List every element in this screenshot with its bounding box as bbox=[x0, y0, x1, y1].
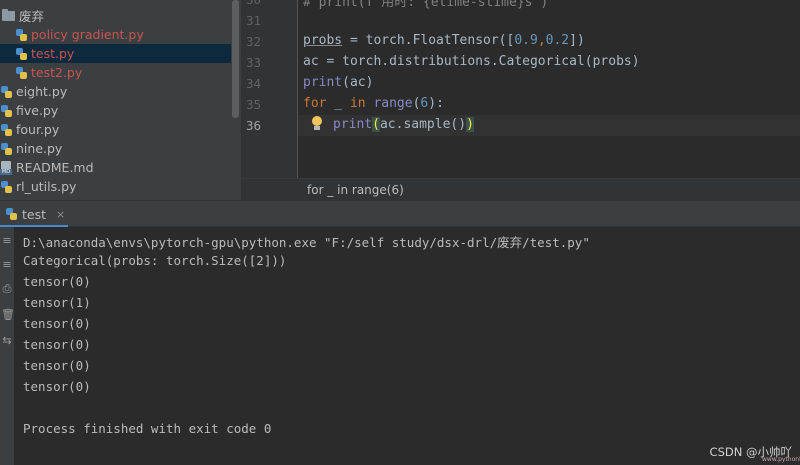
tree-item-label: test2.py bbox=[31, 65, 83, 80]
markdown-file-icon: MD bbox=[0, 160, 13, 175]
tree-item-label: README.md bbox=[16, 160, 94, 175]
console-line: tensor(0) bbox=[23, 379, 91, 394]
tree-item-eight[interactable]: eight.py bbox=[0, 82, 231, 101]
tree-folder-row[interactable]: 废弃 bbox=[0, 6, 231, 25]
soft-wrap-icon[interactable]: ≡ bbox=[1, 233, 13, 249]
tree-item-label: policy gradient.py bbox=[31, 27, 144, 42]
line-number: 32 bbox=[245, 34, 261, 49]
tree-item-test2[interactable]: test2.py bbox=[0, 63, 231, 82]
code-line-36: print(ac.sample()) bbox=[333, 117, 474, 132]
tree-item-label: rl_utils.py bbox=[16, 179, 77, 194]
print-icon[interactable]: ⎙ bbox=[1, 281, 13, 297]
fold-guide bbox=[297, 0, 298, 178]
run-tab-test[interactable]: test × bbox=[0, 201, 73, 227]
tree-item-label: test.py bbox=[31, 46, 75, 61]
run-side-toolbar: ≡ ≡ ⎙ 🗑 ⇆ bbox=[0, 227, 15, 465]
code-line-32: probs = torch.FloatTensor([0.9,0.2]) bbox=[303, 33, 585, 48]
run-tab-label: test bbox=[22, 206, 47, 222]
lightbulb-icon[interactable] bbox=[311, 116, 323, 132]
python-file-icon bbox=[15, 47, 28, 61]
site-watermark: www.pythonf.com bbox=[762, 456, 800, 463]
run-console[interactable]: D:\anaconda\envs\pytorch-gpu\python.exe … bbox=[14, 227, 800, 465]
console-line: tensor(0) bbox=[23, 337, 91, 352]
python-file-icon bbox=[0, 142, 13, 156]
python-file-icon bbox=[0, 104, 13, 118]
line-number: 35 bbox=[245, 97, 261, 112]
line-number-current: 36 bbox=[245, 118, 261, 133]
tree-item-label: eight.py bbox=[16, 84, 68, 99]
tree-item-readme[interactable]: MD README.md bbox=[0, 158, 231, 177]
console-line: tensor(0) bbox=[23, 274, 91, 289]
run-tool-header: test × bbox=[0, 200, 800, 227]
console-line: D:\anaconda\envs\pytorch-gpu\python.exe … bbox=[23, 235, 590, 250]
console-line-exit: Process finished with exit code 0 bbox=[23, 421, 272, 436]
python-file-icon bbox=[15, 28, 28, 42]
python-file-icon bbox=[0, 123, 13, 137]
line-number-gutter: 30 31 32 33 34 35 36 bbox=[241, 0, 297, 178]
line-number: 34 bbox=[245, 76, 261, 91]
project-tree: 废弃 policy gradient.py test.py test2.py e… bbox=[0, 0, 241, 200]
tree-item-four[interactable]: four.py bbox=[0, 120, 231, 139]
console-line: Categorical(probs: torch.Size([2])) bbox=[23, 253, 287, 268]
code-line-30: # print(f'用时: {etime-stime}s') bbox=[303, 0, 549, 10]
editor-breadcrumb: for _ in range(6) bbox=[241, 178, 800, 200]
line-number: 30 bbox=[241, 0, 261, 7]
tree-item-label: four.py bbox=[16, 122, 60, 137]
tree-item-label: nine.py bbox=[16, 141, 63, 156]
tree-item-test[interactable]: test.py bbox=[0, 44, 231, 63]
line-number: 31 bbox=[245, 13, 261, 28]
tree-item-nine[interactable]: nine.py bbox=[0, 139, 231, 158]
close-icon[interactable]: × bbox=[56, 208, 65, 221]
code-line-35: for _ in range(6): bbox=[303, 96, 444, 111]
trash-icon[interactable]: 🗑 bbox=[1, 307, 15, 323]
console-line: tensor(1) bbox=[23, 295, 91, 310]
tree-item-rl-utils[interactable]: rl_utils.py bbox=[0, 177, 231, 196]
console-line: tensor(0) bbox=[23, 358, 91, 373]
breadcrumb-item[interactable]: for _ in range(6) bbox=[307, 183, 404, 197]
code-editor[interactable]: 30 31 32 33 34 35 36 # print(f'用时: {etim… bbox=[241, 0, 800, 178]
python-run-icon bbox=[5, 207, 18, 221]
python-file-icon bbox=[0, 180, 13, 194]
code-line-33: ac = torch.distributions.Categorical(pro… bbox=[303, 54, 640, 69]
python-file-icon bbox=[0, 85, 13, 99]
code-line-34: print(ac) bbox=[303, 75, 374, 90]
tree-item-label: five.py bbox=[16, 103, 59, 118]
folder-icon bbox=[2, 8, 15, 21]
tree-item-five[interactable]: five.py bbox=[0, 101, 231, 120]
python-file-icon bbox=[15, 66, 28, 80]
tree-scrollbar[interactable] bbox=[232, 0, 239, 118]
tree-item-policy-gradient[interactable]: policy gradient.py bbox=[0, 25, 231, 44]
console-line: tensor(0) bbox=[23, 316, 91, 331]
tree-folder-label: 废弃 bbox=[19, 9, 45, 24]
line-number: 33 bbox=[245, 55, 261, 70]
rerun-icon[interactable]: ⇆ bbox=[1, 333, 13, 349]
scroll-to-end-icon[interactable]: ≡ bbox=[1, 257, 13, 273]
